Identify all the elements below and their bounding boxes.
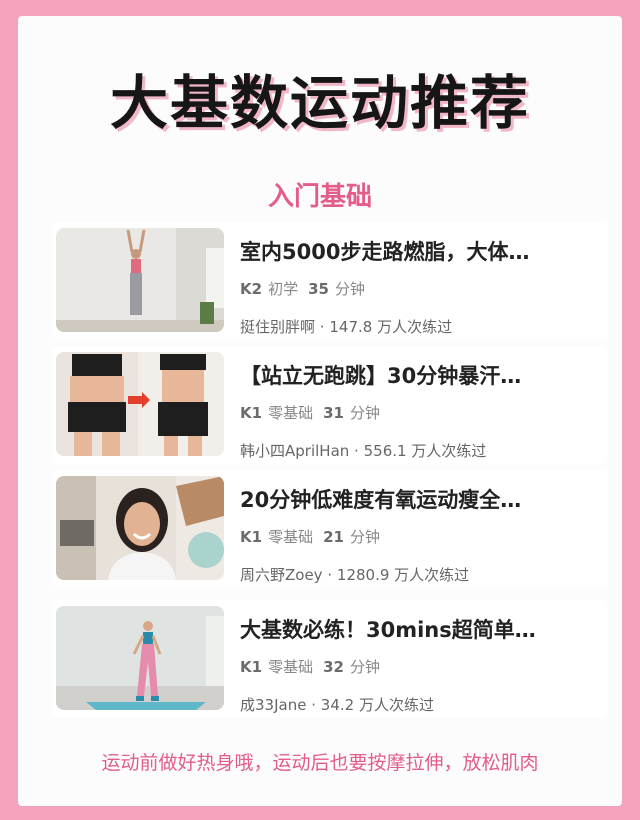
level-badge: K1 [240, 404, 263, 422]
level-badge: K1 [240, 658, 263, 676]
workout-title: 【站立无跑跳】30分钟暴汗… [240, 364, 522, 388]
practice-count: 34.2 万人次练过 [320, 696, 434, 714]
separator-dot: · [354, 442, 359, 460]
difficulty-label: 零基础 [268, 658, 314, 676]
separator-dot: · [319, 318, 325, 336]
woman-on-yoga-mat-photo [56, 606, 224, 710]
duration-unit: 分钟 [349, 528, 380, 546]
workout-title: 大基数必练！30mins超简单… [240, 618, 536, 642]
level-badge: K2 [240, 280, 263, 298]
author-line: 挺住别胖啊 · 147.8 万人次练过 [240, 316, 452, 337]
workout-meta: K1 零基础 32 分钟 [240, 656, 380, 677]
workout-thumbnail[interactable] [56, 606, 224, 710]
woman-arms-raised-photo [56, 228, 224, 332]
workout-thumbnail[interactable] [56, 476, 224, 580]
author-line: 韩小四AprilHan · 556.1 万人次练过 [240, 440, 486, 461]
page-title: 大基数运动推荐 [109, 69, 530, 137]
duration-unit: 分钟 [349, 404, 380, 422]
duration-value: 31 [323, 404, 344, 422]
difficulty-label: 零基础 [268, 528, 314, 546]
workout-card[interactable]: 室内5000步走路燃脂，大体… K2 初学 35 分钟 挺住别胖啊 · 147.8 万… [52, 222, 608, 340]
author-name[interactable]: 成33Jane [240, 696, 306, 714]
separator-dot: · [327, 566, 333, 584]
difficulty-label: 初学 [268, 280, 299, 298]
duration-value: 21 [323, 528, 344, 546]
author-name[interactable]: 挺住别胖啊 [240, 318, 315, 336]
duration-unit: 分钟 [349, 658, 380, 676]
before-after-waist-photo [56, 352, 224, 456]
poster: 大基数运动推荐 入门基础 室内5000步走路燃脂，大体… K2 初学 35 分钟 挺住… [18, 16, 622, 806]
author-line: 周六野Zoey · 1280.9 万人次练过 [240, 564, 469, 585]
practice-count: 147.8 万人次练过 [329, 318, 453, 336]
author-line: 成33Jane · 34.2 万人次练过 [240, 694, 434, 715]
level-badge: K1 [240, 528, 263, 546]
workout-title: 室内5000步走路燃脂，大体… [240, 240, 530, 264]
practice-count: 1280.9 万人次练过 [336, 566, 470, 584]
smiling-woman-portrait-photo [56, 476, 224, 580]
workout-thumbnail[interactable] [56, 228, 224, 332]
workout-meta: K1 零基础 31 分钟 [240, 402, 380, 423]
duration-value: 32 [323, 658, 344, 676]
practice-count: 556.1 万人次练过 [363, 442, 487, 460]
workout-card[interactable]: 【站立无跑跳】30分钟暴汗… K1 零基础 31 分钟 韩小四AprilHan · 5… [52, 346, 608, 464]
footer-tip: 运动前做好热身哦，运动后也要按摩拉伸，放松肌肉 [101, 752, 539, 774]
duration-unit: 分钟 [334, 280, 365, 298]
author-name[interactable]: 周六野Zoey [240, 566, 323, 584]
duration-value: 35 [308, 280, 329, 298]
workout-thumbnail[interactable] [56, 352, 224, 456]
workout-meta: K2 初学 35 分钟 [240, 278, 365, 299]
separator-dot: · [311, 696, 317, 714]
section-subtitle: 入门基础 [267, 182, 372, 212]
author-name[interactable]: 韩小四AprilHan [240, 442, 349, 460]
workout-title: 20分钟低难度有氧运动瘦全… [240, 488, 522, 512]
workout-meta: K1 零基础 21 分钟 [240, 526, 380, 547]
difficulty-label: 零基础 [268, 404, 314, 422]
workout-card[interactable]: 20分钟低难度有氧运动瘦全… K1 零基础 21 分钟 周六野Zoey · 1280.… [52, 470, 608, 588]
workout-card[interactable]: 大基数必练！30mins超简单… K1 零基础 32 分钟 成33Jane · 34.… [52, 600, 608, 718]
